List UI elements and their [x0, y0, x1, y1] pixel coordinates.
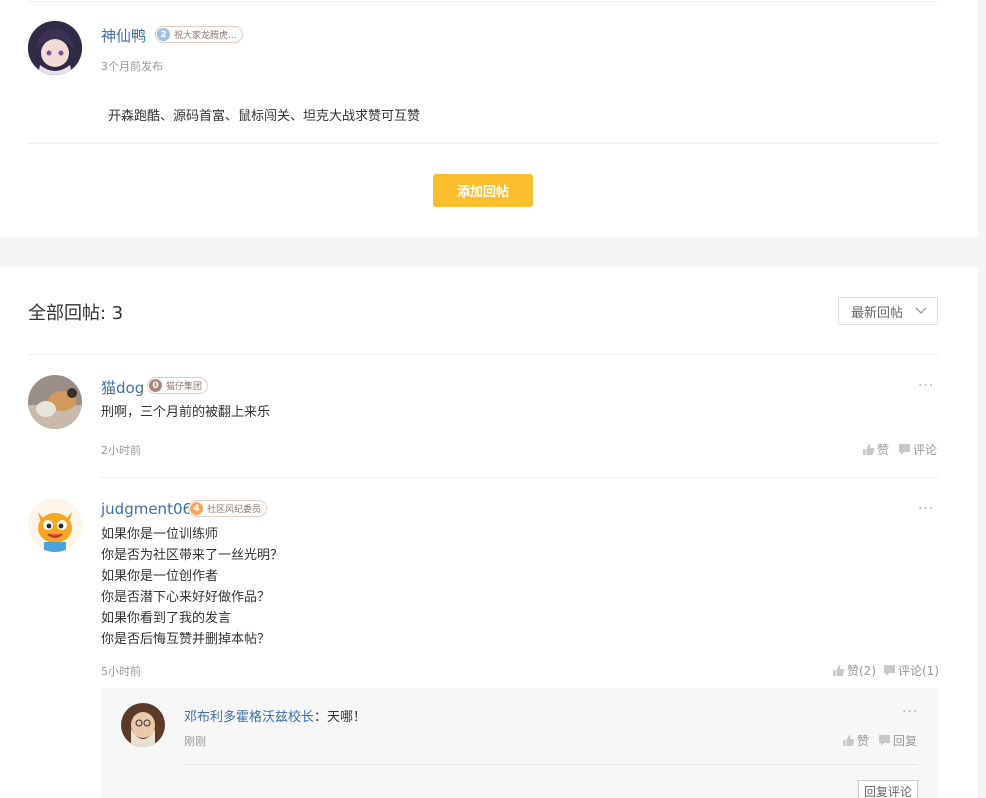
reply-content-line: 你是否潜下心来好好做作品？ — [101, 590, 271, 605]
reply-author-avatar[interactable] — [28, 498, 82, 552]
thumbs-up-icon — [843, 735, 855, 746]
nested-reply-avatar[interactable] — [121, 703, 165, 747]
reply-author-name[interactable]: 猫dog — [101, 377, 144, 398]
comment-icon — [879, 735, 890, 746]
badge-level: 0 — [149, 379, 162, 392]
nested-reply-text: ：天哪！ — [314, 710, 367, 725]
thumbs-up-icon — [863, 444, 875, 455]
post-author-name[interactable]: 神仙鸭 — [101, 25, 146, 46]
reply-content-line: 如果你是一位训练师 — [101, 527, 219, 542]
like-button[interactable]: 赞 — [842, 732, 869, 749]
reply-content: 如果你是一位训练师 你是否为社区带来了一丝光明？ 如果你是一位创作者 你是否潜下… — [101, 524, 283, 650]
divider — [184, 764, 918, 765]
comment-icon — [884, 665, 895, 676]
comment-label: 评论 — [913, 443, 938, 457]
nested-reply-line: 邓布利多霍格沃兹校长：天哪！ — [184, 706, 366, 725]
reply-author-avatar[interactable] — [28, 375, 82, 429]
like-label: 赞 — [877, 443, 890, 457]
post-panel: 神仙鸭 2 祝大家龙腾虎... 3个月前发布 开森跑酷、源码首富、鼠标闯关、坦克… — [0, 0, 978, 237]
nested-reply-author[interactable]: 邓布利多霍格沃兹校长 — [184, 710, 314, 725]
reply-comment-button[interactable]: 回复评论 — [858, 780, 918, 798]
badge-level: 2 — [157, 28, 170, 41]
post-author-avatar[interactable] — [28, 21, 82, 75]
reply-content-line: 如果你是一位创作者 — [101, 569, 219, 584]
divider — [28, 354, 938, 355]
badge-text: 猫仔集团 — [166, 382, 203, 392]
divider — [101, 477, 938, 478]
chevron-down-icon — [915, 307, 927, 314]
reply-time: 2小时前 — [101, 444, 141, 457]
sort-label: 最新回帖 — [851, 305, 904, 321]
reply-content-line: 你是否后悔互赞并删掉本帖？ — [101, 632, 271, 647]
reply-time: 5小时前 — [101, 665, 141, 678]
comment-button[interactable]: 评论 — [898, 441, 937, 458]
reply-author-name[interactable]: judgment06 — [101, 500, 192, 518]
thumbs-up-icon — [833, 665, 845, 676]
like-button[interactable]: 赞(2) — [832, 662, 876, 679]
nested-reply-time: 刚刚 — [184, 735, 206, 748]
like-button[interactable]: 赞 — [862, 441, 889, 458]
nested-reply-box — [101, 688, 938, 798]
reply-label: 回复 — [893, 734, 918, 748]
like-label: 赞(2) — [847, 664, 876, 678]
reply-button[interactable]: 回复 — [878, 732, 917, 749]
post-author-badge: 2 祝大家龙腾虎... — [155, 26, 243, 43]
badge-level: 4 — [190, 502, 203, 515]
reply-content-line: 你是否为社区带来了一丝光明？ — [101, 548, 284, 563]
reply-content-line: 如果你看到了我的发言 — [101, 611, 232, 626]
reply-author-badge: 0 猫仔集团 — [147, 377, 209, 394]
divider — [28, 143, 938, 144]
add-reply-button[interactable]: 添加回帖 — [433, 174, 533, 207]
comment-button[interactable]: 评论(1) — [883, 662, 939, 679]
comment-label: 评论(1) — [898, 664, 939, 678]
like-label: 赞 — [857, 734, 870, 748]
more-options-icon[interactable]: ··· — [918, 379, 934, 393]
reply-author-badge: 4 社区风纪委员 — [188, 500, 268, 517]
divider — [28, 1, 938, 2]
reply-content-line: 刑啊，三个月前的被翻上来乐 — [101, 405, 271, 420]
post-time: 3个月前发布 — [101, 60, 163, 73]
more-options-icon[interactable]: ··· — [918, 502, 934, 516]
more-options-icon[interactable]: ··· — [902, 705, 918, 719]
page-edge — [978, 0, 986, 798]
post-content: 开森跑酷、源码首富、鼠标闯关、坦克大战求赞可互赞 — [108, 109, 421, 124]
badge-text: 社区风纪委员 — [207, 505, 262, 515]
reply-content: 刑啊，三个月前的被翻上来乐 — [101, 402, 270, 423]
sort-dropdown[interactable]: 最新回帖 — [838, 297, 938, 325]
comment-icon — [899, 444, 910, 455]
badge-text: 祝大家龙腾虎... — [174, 31, 237, 41]
replies-count-title: 全部回帖: 3 — [28, 303, 124, 324]
